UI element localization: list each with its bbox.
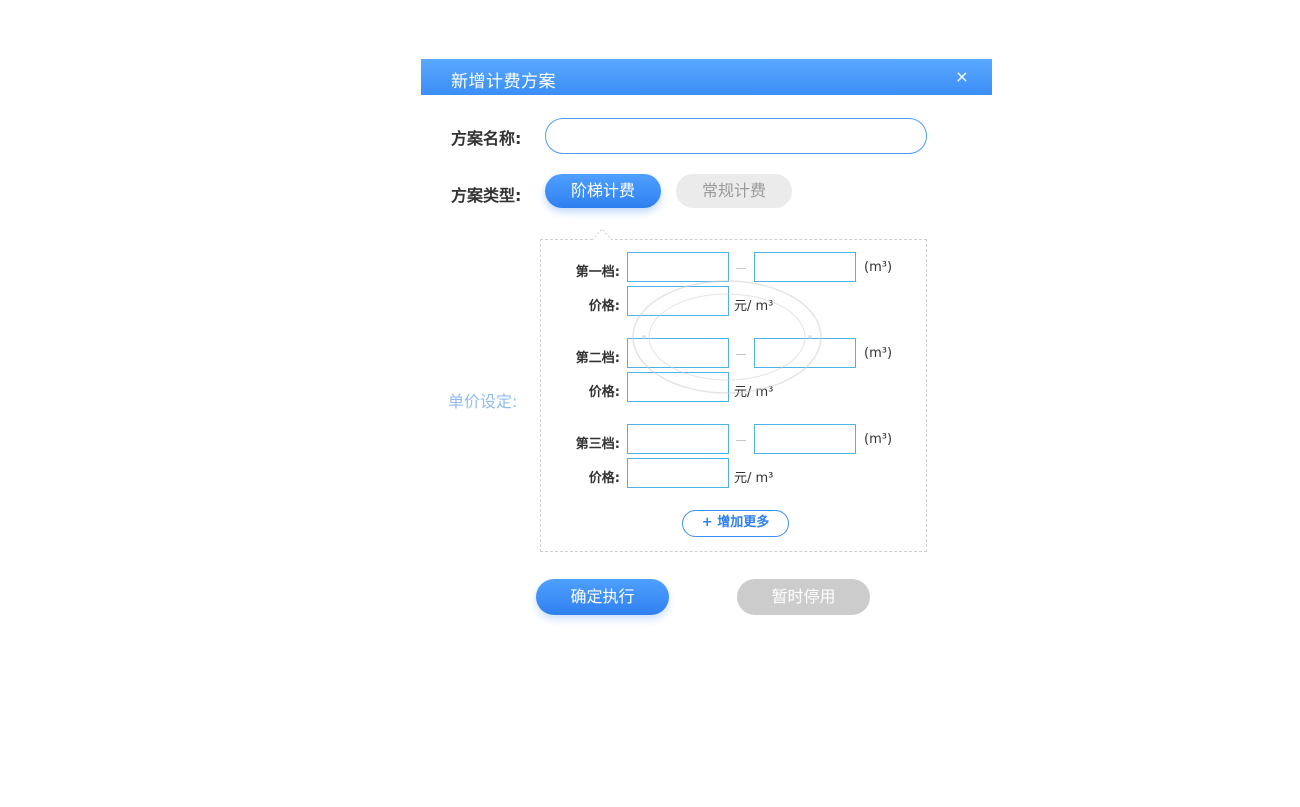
tier-3-range-unit: (m³) — [864, 432, 893, 447]
tier-1-label: 第一档: — [575, 265, 620, 280]
tier-2-price-input[interactable] — [627, 372, 729, 402]
tier-settings-box: 第一档: (m³) 价格: 元/ m³ 第二档: (m³) 价格: 元/ m³ … — [540, 239, 927, 552]
tier-3-price-unit: 元/ m³ — [734, 471, 774, 486]
tier-2-price-label: 价格: — [588, 385, 620, 400]
close-icon[interactable]: × — [952, 67, 972, 87]
plan-name-label: 方案名称: — [451, 129, 522, 148]
plan-type-label: 方案类型: — [451, 186, 522, 205]
box-pointer-icon — [592, 228, 612, 241]
plan-name-input[interactable] — [545, 118, 927, 154]
tier-2-from-input[interactable] — [627, 338, 729, 368]
tier-1-range-unit: (m³) — [864, 260, 893, 275]
tier-3-to-input[interactable] — [754, 424, 856, 454]
tier-2-range-unit: (m³) — [864, 346, 893, 361]
type-regular-button[interactable]: 常规计费 — [676, 174, 792, 208]
tier-2-price-unit: 元/ m³ — [734, 385, 774, 400]
billing-plan-dialog: 新增计费方案 × 方案名称: 方案类型: 阶梯计费 常规计费 单价设定: 第一档… — [421, 59, 992, 639]
add-more-button[interactable]: + 增加更多 — [682, 510, 789, 537]
tier-1-price-label: 价格: — [588, 299, 620, 314]
dialog-titlebar: 新增计费方案 × — [421, 59, 992, 95]
tier-2-label: 第二档: — [575, 351, 620, 366]
tier-3-label: 第三档: — [575, 437, 620, 452]
tier-3-range-dash — [736, 440, 746, 441]
temporarily-disable-button[interactable]: 暂时停用 — [737, 579, 870, 615]
tier-1-from-input[interactable] — [627, 252, 729, 282]
tier-1-range-dash — [736, 268, 746, 269]
tier-2-range-dash — [736, 354, 746, 355]
type-tiered-button[interactable]: 阶梯计费 — [545, 174, 661, 208]
tier-3-price-input[interactable] — [627, 458, 729, 488]
tier-1-price-input[interactable] — [627, 286, 729, 316]
tier-1-to-input[interactable] — [754, 252, 856, 282]
tier-3-from-input[interactable] — [627, 424, 729, 454]
tier-3-price-label: 价格: — [588, 471, 620, 486]
tier-1-price-unit: 元/ m³ — [734, 299, 774, 314]
dialog-title: 新增计费方案 — [451, 72, 556, 92]
unit-price-label: 单价设定: — [448, 392, 518, 411]
tier-2-to-input[interactable] — [754, 338, 856, 368]
confirm-execute-button[interactable]: 确定执行 — [536, 579, 669, 615]
